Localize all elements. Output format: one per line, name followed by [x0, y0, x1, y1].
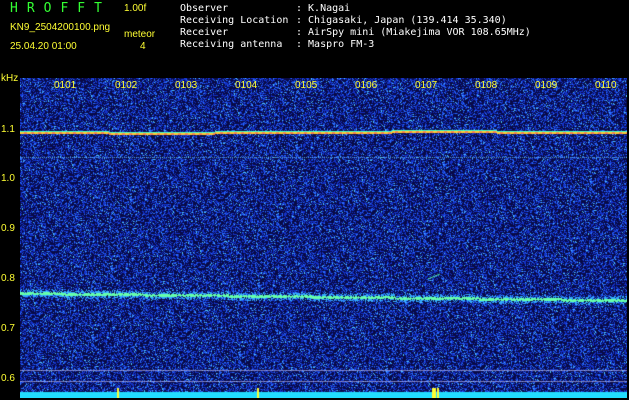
- x-tick: 0105: [295, 80, 318, 91]
- info-value: : Chigasaki, Japan (139.414 35.340): [296, 15, 507, 26]
- x-tick: 0106: [355, 80, 378, 91]
- spectrogram-canvas: [20, 78, 627, 398]
- info-receiver: Receiver : AirSpy mini (Miakejima VOR 108…: [180, 27, 531, 38]
- x-tick: 0109: [535, 80, 558, 91]
- info-key: Receiving antenna: [180, 39, 283, 50]
- info-key: Receiver: [180, 27, 229, 38]
- mode-value: 4: [140, 41, 146, 52]
- x-tick: 0103: [175, 80, 198, 91]
- info-key: Observer: [180, 3, 229, 14]
- x-tick: 0102: [115, 80, 138, 91]
- mode-label: meteor: [124, 29, 156, 40]
- y-tick: 0.8: [1, 273, 15, 284]
- header: HROFFT 1.00f KN9_2504200100.png meteor 2…: [0, 0, 629, 73]
- x-tick: 0104: [235, 80, 258, 91]
- info-value: : K.Nagai: [296, 3, 351, 14]
- waterfall-spectrogram: [20, 78, 627, 398]
- timestamp: 25.04.20 01:00: [10, 41, 77, 52]
- info-value: : AirSpy mini (Miakejima VOR 108.65MHz): [296, 27, 531, 38]
- info-key: Receiving Location: [180, 15, 289, 26]
- x-tick: 0110: [595, 80, 617, 91]
- y-tick: 0.6: [1, 373, 15, 384]
- app-title: HROFFT: [10, 1, 111, 16]
- y-tick: 0.9: [1, 223, 15, 234]
- info-value: : Maspro FM-3: [296, 39, 375, 50]
- x-tick: 0107: [415, 80, 438, 91]
- info-observer: Observer : K.Nagai: [180, 3, 350, 14]
- info-location: Receiving Location : Chigasaki, Japan (13…: [180, 15, 507, 26]
- y-tick: 0.7: [1, 323, 15, 334]
- y-axis-unit: kHz: [1, 73, 19, 84]
- version-label: 1.00f: [124, 3, 147, 14]
- x-tick: 0101: [54, 80, 77, 91]
- file-name: KN9_2504200100.png: [10, 22, 111, 33]
- x-tick: 0108: [475, 80, 498, 91]
- info-antenna: Receiving antenna : Maspro FM-3: [180, 39, 374, 50]
- y-tick: 1.1: [1, 124, 15, 135]
- y-tick: 1.0: [1, 173, 15, 184]
